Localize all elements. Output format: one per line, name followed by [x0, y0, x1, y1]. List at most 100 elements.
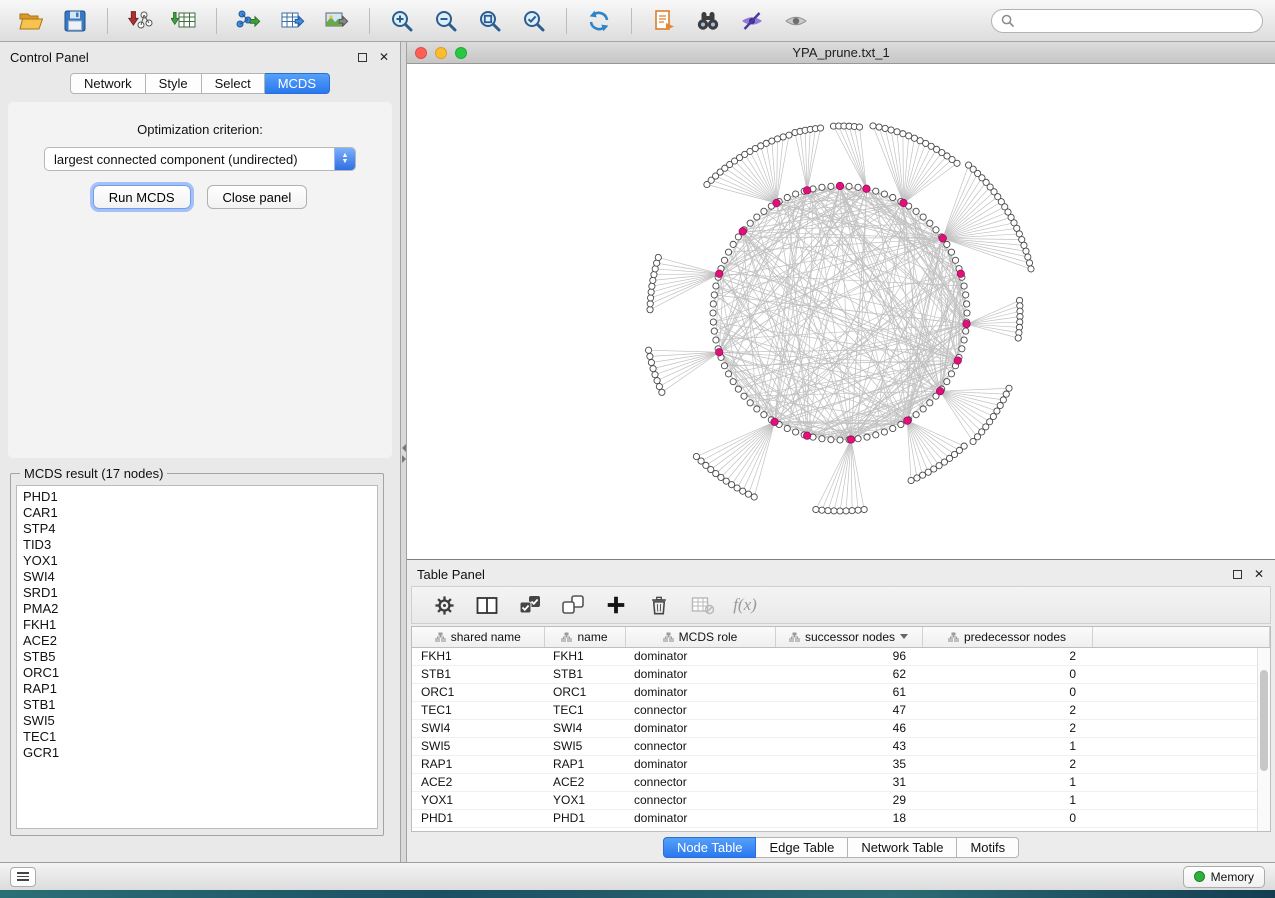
- graph-node[interactable]: [710, 310, 716, 316]
- graph-node[interactable]: [819, 436, 825, 442]
- zoom-in-button[interactable]: [383, 5, 421, 37]
- graph-node[interactable]: [927, 400, 933, 406]
- column-header-shared-name[interactable]: shared name: [412, 627, 544, 647]
- table-row[interactable]: ACE2ACE2connector311: [412, 773, 1270, 791]
- table-cell[interactable]: SWI5: [544, 737, 625, 755]
- graph-node[interactable]: [964, 301, 970, 307]
- graph-leaf-node[interactable]: [819, 507, 825, 513]
- table-cell[interactable]: dominator: [625, 809, 775, 827]
- zoom-fit-button[interactable]: [471, 5, 509, 37]
- mcds-result-item[interactable]: STB5: [23, 649, 371, 665]
- mcds-result-item[interactable]: SWI5: [23, 713, 371, 729]
- graph-hub-node[interactable]: [771, 418, 778, 425]
- graph-leaf-node[interactable]: [656, 383, 662, 389]
- float-panel-button[interactable]: [356, 51, 368, 63]
- table-cell[interactable]: 2: [922, 719, 1092, 737]
- graph-leaf-node[interactable]: [894, 129, 900, 135]
- graph-leaf-node[interactable]: [1028, 266, 1034, 272]
- mcds-result-item[interactable]: GCR1: [23, 745, 371, 761]
- table-cell[interactable]: YOX1: [544, 791, 625, 809]
- graph-node[interactable]: [761, 412, 767, 418]
- table-cell[interactable]: 43: [775, 737, 922, 755]
- table-settings-button[interactable]: [432, 593, 456, 617]
- graph-leaf-node[interactable]: [647, 307, 653, 313]
- close-panel-button[interactable]: ✕: [378, 51, 390, 63]
- table-cell[interactable]: 96: [775, 647, 922, 665]
- graph-leaf-node[interactable]: [645, 347, 651, 353]
- graph-leaf-node[interactable]: [1026, 260, 1032, 266]
- graph-node[interactable]: [747, 220, 753, 226]
- graph-leaf-node[interactable]: [970, 438, 976, 444]
- graph-leaf-node[interactable]: [693, 453, 699, 459]
- table-cell[interactable]: 1: [922, 791, 1092, 809]
- graph-leaf-node[interactable]: [855, 507, 861, 513]
- graph-node[interactable]: [747, 400, 753, 406]
- refresh-button[interactable]: [580, 5, 618, 37]
- graph-node[interactable]: [846, 183, 852, 189]
- mcds-result-item[interactable]: YOX1: [23, 553, 371, 569]
- graph-leaf-node[interactable]: [870, 123, 876, 129]
- graph-leaf-node[interactable]: [1003, 391, 1009, 397]
- table-cell[interactable]: FKH1: [412, 647, 544, 665]
- table-cell[interactable]: SWI4: [544, 719, 625, 737]
- graph-leaf-node[interactable]: [817, 125, 823, 131]
- graph-leaf-node[interactable]: [831, 508, 837, 514]
- table-cell[interactable]: dominator: [625, 719, 775, 737]
- graph-node[interactable]: [710, 319, 716, 325]
- graph-node[interactable]: [963, 292, 969, 298]
- graph-leaf-node[interactable]: [1021, 242, 1027, 248]
- graph-leaf-node[interactable]: [837, 508, 843, 514]
- graph-node[interactable]: [890, 194, 896, 200]
- graph-leaf-node[interactable]: [888, 127, 894, 133]
- graph-node[interactable]: [713, 337, 719, 343]
- graph-node[interactable]: [963, 328, 969, 334]
- table-scrollbar[interactable]: [1257, 648, 1270, 831]
- network-graph[interactable]: [407, 64, 1275, 559]
- table-row[interactable]: RAP1RAP1dominator352: [412, 755, 1270, 773]
- tab-motifs[interactable]: Motifs: [957, 837, 1019, 858]
- graph-node[interactable]: [730, 241, 736, 247]
- table-cell[interactable]: SWI5: [412, 737, 544, 755]
- graph-node[interactable]: [927, 220, 933, 226]
- graph-leaf-node[interactable]: [745, 491, 751, 497]
- table-row[interactable]: STB1STB1dominator620: [412, 665, 1270, 683]
- table-cell[interactable]: 46: [775, 719, 922, 737]
- graph-node[interactable]: [711, 328, 717, 334]
- table-row[interactable]: YOX1YOX1connector291: [412, 791, 1270, 809]
- graph-node[interactable]: [754, 214, 760, 220]
- graph-leaf-node[interactable]: [786, 132, 792, 138]
- graph-leaf-node[interactable]: [861, 506, 867, 512]
- zoom-selected-button[interactable]: [515, 5, 553, 37]
- graph-node[interactable]: [913, 412, 919, 418]
- table-cell[interactable]: 2: [922, 647, 1092, 665]
- graph-hub-node[interactable]: [836, 182, 843, 189]
- graph-hub-node[interactable]: [847, 436, 854, 443]
- graph-node[interactable]: [961, 337, 967, 343]
- table-cell[interactable]: STB1: [544, 665, 625, 683]
- graph-leaf-node[interactable]: [813, 506, 819, 512]
- table-cell[interactable]: ORC1: [544, 683, 625, 701]
- mcds-result-item[interactable]: SRD1: [23, 585, 371, 601]
- graph-node[interactable]: [761, 208, 767, 214]
- table-cell[interactable]: dominator: [625, 647, 775, 665]
- graph-leaf-node[interactable]: [654, 378, 660, 384]
- graph-leaf-node[interactable]: [914, 475, 920, 481]
- graph-leaf-node[interactable]: [650, 277, 656, 283]
- table-cell[interactable]: 35: [775, 755, 922, 773]
- table-row[interactable]: PHD1PHD1dominator180: [412, 809, 1270, 827]
- float-table-panel-button[interactable]: [1231, 568, 1243, 580]
- hide-selected-button[interactable]: [733, 5, 771, 37]
- table-cell[interactable]: STB1: [412, 665, 544, 683]
- graph-node[interactable]: [855, 184, 861, 190]
- graph-node[interactable]: [725, 371, 731, 377]
- graph-node[interactable]: [948, 249, 954, 255]
- mcds-result-item[interactable]: TID3: [23, 537, 371, 553]
- tab-select[interactable]: Select: [202, 73, 265, 94]
- graph-node[interactable]: [933, 227, 939, 233]
- column-header-predecessor-nodes[interactable]: predecessor nodes: [922, 627, 1092, 647]
- graph-leaf-node[interactable]: [652, 372, 658, 378]
- deselect-all-button[interactable]: [561, 593, 585, 617]
- manage-columns-button[interactable]: [475, 593, 499, 617]
- graph-node[interactable]: [793, 429, 799, 435]
- export-network-button[interactable]: [230, 5, 268, 37]
